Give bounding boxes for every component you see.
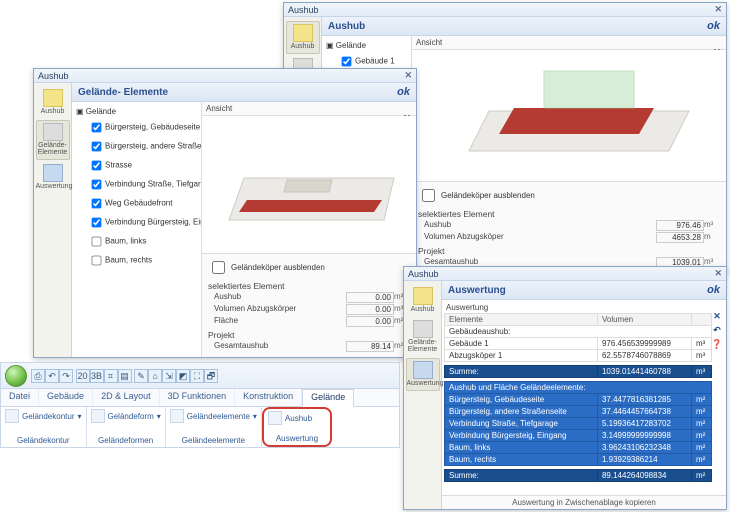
form-icon xyxy=(91,409,105,423)
value-volumen: 4653.28 xyxy=(656,232,704,243)
qat-icon[interactable]: ↶ xyxy=(45,369,59,383)
hide-gk-checkbox[interactable] xyxy=(212,261,225,274)
close-panel-icon[interactable]: ✕ xyxy=(710,311,724,322)
eval-table[interactable]: ElementeVolumen Gebäudeaushub: Gebäude 1… xyxy=(444,313,712,482)
view-label: Ansicht xyxy=(412,36,726,50)
ribbon-tabs[interactable]: Datei Gebäude 2D & Layout 3D Funktionen … xyxy=(1,389,399,407)
tab-2d[interactable]: 2D & Layout xyxy=(93,389,160,406)
qat-icon[interactable]: 🗗 xyxy=(204,369,218,383)
window-title: Aushub xyxy=(288,5,319,15)
view-label: Ansicht xyxy=(202,102,416,116)
side-nav: Aushub Gelände- Elemente Auswertung xyxy=(404,281,442,509)
hide-gk-checkbox[interactable] xyxy=(422,189,435,202)
help-icon[interactable]: ❓ xyxy=(710,339,724,350)
table-row: Bürgersteig, andere Straßenseite37.44644… xyxy=(445,406,712,418)
ribbon-group-gelaendekontur: Geländekontur ▾ Geländekontur xyxy=(1,407,87,447)
ribbon-group-gelaendeform: Geländeform ▾ Geländeformen xyxy=(87,407,166,447)
titlebar[interactable]: Aushub ✕ xyxy=(284,3,726,17)
panel-header: Gelände- Elemente ok xyxy=(72,83,416,102)
viewport-3d[interactable] xyxy=(202,116,416,253)
tab-gebaeude[interactable]: Gebäude xyxy=(39,389,93,406)
titlebar[interactable]: Aushub ✕ xyxy=(404,267,726,281)
qat-icon[interactable]: ⛶ xyxy=(190,369,204,383)
window-title: Aushub xyxy=(38,71,69,81)
properties: Geländeköper ausblenden selektiertes Ele… xyxy=(202,253,416,357)
section-label: Auswertung xyxy=(444,302,712,313)
value-flaeche: 0.00 xyxy=(346,316,394,327)
tab-gelaende[interactable]: Gelände xyxy=(302,389,354,407)
side-toolbar: ✕ ↶ ❓ xyxy=(710,311,724,350)
table-row: Gebäude 1976.456539999989m³ xyxy=(445,338,712,350)
ribbon-group-aushub: Aushub Auswertung xyxy=(262,407,332,447)
undo-icon[interactable]: ↶ xyxy=(710,325,724,336)
qat-icon[interactable]: ◩ xyxy=(176,369,190,383)
close-icon[interactable]: ✕ xyxy=(404,70,412,81)
titlebar[interactable]: Aushub ✕ xyxy=(34,69,416,83)
nav-aushub[interactable]: Aushub xyxy=(36,87,70,118)
cmd-gelaendekontur[interactable]: Geländekontur ▾ xyxy=(5,409,82,423)
panel-header: Aushub ok xyxy=(322,17,726,36)
ok-button[interactable]: ok xyxy=(707,284,720,296)
nav-aushub[interactable]: Aushub xyxy=(406,285,440,316)
qat-icon[interactable]: ⎙ xyxy=(31,369,45,383)
value-gesamtaushub: 89.14 xyxy=(346,341,394,352)
qat-icon[interactable]: 20 xyxy=(76,369,90,383)
table-row: Baum, links3.96243106232348m² xyxy=(445,442,712,454)
copy-clipboard-button[interactable]: Auswertung in Zwischenablage kopieren xyxy=(442,495,726,509)
side-nav: Aushub Gelände- Elemente Auswertung xyxy=(34,83,72,357)
cmd-gelaendeform[interactable]: Geländeform ▾ xyxy=(91,409,161,423)
cmd-gelaendeelemente[interactable]: Geländeelemente ▾ xyxy=(170,409,257,423)
polygon-icon xyxy=(5,409,19,423)
tab-konstruktion[interactable]: Konstruktion xyxy=(235,389,302,406)
aushub-icon xyxy=(268,411,282,425)
ribbon-group-gelaendeelemente: Geländeelemente ▾ Geländeelemente xyxy=(166,407,262,447)
nav-gelaende[interactable]: Gelände- Elemente xyxy=(36,120,70,160)
nav-auswertung[interactable]: Auswertung xyxy=(406,358,440,391)
section-label: Aushub und Fläche Geländeelemente: xyxy=(445,382,712,394)
window-auswertung: Aushub ✕ Aushub Gelände- Elemente Auswer… xyxy=(403,266,727,510)
qat-icon[interactable]: ⌂ xyxy=(148,369,162,383)
table-row: Abzugsköper 162.5578746078869m³ xyxy=(445,350,712,362)
value-aushub: 0.00 xyxy=(346,292,394,303)
qat-icon[interactable]: 3B xyxy=(90,369,104,383)
tab-3d[interactable]: 3D Funktionen xyxy=(160,389,236,406)
quick-access-toolbar[interactable]: ⎙↶↷ 203B⌗▤ ✎⌂⇲◩⛶🗗 xyxy=(31,369,218,383)
nav-auswertung[interactable]: Auswertung xyxy=(36,162,70,193)
qat-icon[interactable]: ▤ xyxy=(118,369,132,383)
qat-icon[interactable]: ✎ xyxy=(134,369,148,383)
close-icon[interactable]: ✕ xyxy=(714,268,722,279)
window-title: Aushub xyxy=(408,269,439,279)
sum-row: Summe:89.144264098834m² xyxy=(445,470,712,482)
cmd-aushub[interactable]: Aushub xyxy=(268,411,326,425)
panel-header: Auswertung ok xyxy=(442,281,726,300)
nav-aushub[interactable]: Aushub xyxy=(286,21,320,54)
table-row: Bürgersteig, Gebäudeseite37.447781638128… xyxy=(445,394,712,406)
app-menu-orb[interactable] xyxy=(5,365,27,387)
ok-button[interactable]: ok xyxy=(707,20,720,32)
ok-button[interactable]: ok xyxy=(397,86,410,98)
element-icon xyxy=(170,409,184,423)
window-gelaende-elemente: Aushub ✕ Aushub Gelände- Elemente Auswer… xyxy=(33,68,417,358)
table-row: Verbindung Straße, Tiefgarage5.199364172… xyxy=(445,418,712,430)
nav-gelaende[interactable]: Gelände- Elemente xyxy=(406,318,440,356)
sum-row: Summe:1039.01441460788m³ xyxy=(445,366,712,378)
ribbon: ⎙↶↷ 203B⌗▤ ✎⌂⇲◩⛶🗗 Datei Gebäude 2D & Lay… xyxy=(0,362,400,448)
row-header: Gebäudeaushub: xyxy=(445,326,712,338)
tree[interactable]: ▣ Gelände Bürgersteig, Gebäudeseite Bürg… xyxy=(72,102,202,357)
properties: Geländeköper ausblenden selektiertes Ele… xyxy=(412,181,726,273)
table-row: Baum, rechts1.93929386214m² xyxy=(445,454,712,466)
value-volumen: 0.00 xyxy=(346,304,394,315)
value-aushub: 976.46 xyxy=(656,220,704,231)
close-icon[interactable]: ✕ xyxy=(714,4,722,15)
tab-datei[interactable]: Datei xyxy=(1,389,39,406)
viewport-3d[interactable] xyxy=(412,50,726,181)
qat-icon[interactable]: ↷ xyxy=(59,369,73,383)
qat-icon[interactable]: ⌗ xyxy=(104,369,118,383)
qat-icon[interactable]: ⇲ xyxy=(162,369,176,383)
table-row: Verbindung Bürgersteig, Eingang3.1499999… xyxy=(445,430,712,442)
